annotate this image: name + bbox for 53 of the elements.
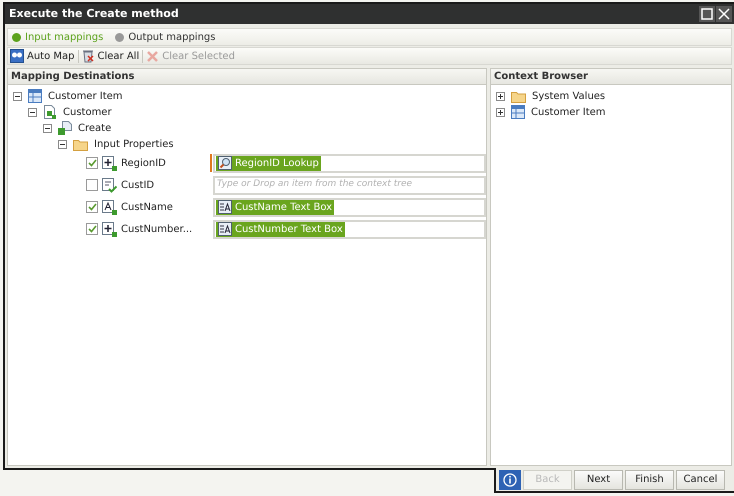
table-icon	[28, 89, 42, 103]
checkbox[interactable]	[86, 201, 98, 213]
property-icon	[102, 178, 117, 192]
property-label: CustID	[121, 178, 154, 192]
tree-item[interactable]: Customer	[63, 104, 112, 120]
method-icon	[58, 121, 72, 135]
mapping-tab[interactable]: Output mappings	[115, 30, 216, 44]
toolbar-button[interactable]: Auto Map	[10, 48, 74, 64]
checkbox[interactable]	[86, 223, 98, 235]
info-icon	[503, 472, 517, 486]
tree-item[interactable]: Input Properties	[94, 136, 174, 152]
wizard-button[interactable]: Finish	[625, 470, 674, 490]
textbox-icon	[218, 200, 232, 214]
property-icon	[102, 156, 117, 170]
mapped-item-label: CustNumber Text Box	[234, 222, 343, 236]
checkbox[interactable]	[86, 157, 98, 169]
folder-icon	[511, 90, 526, 102]
textbox-icon	[218, 222, 232, 236]
collapse-icon[interactable]	[58, 140, 67, 148]
magnifier-icon	[218, 156, 232, 170]
collapse-icon[interactable]	[13, 92, 22, 100]
collapse-icon[interactable]	[28, 108, 37, 116]
property-label: RegionID	[121, 156, 166, 170]
cross-icon	[146, 50, 160, 62]
tree-item[interactable]: Customer Item	[48, 88, 123, 104]
panel-title: Context Browser	[494, 70, 588, 84]
wizard-button[interactable]: Cancel	[676, 470, 725, 490]
property-label: CustName	[121, 200, 173, 214]
checkbox[interactable]	[86, 179, 98, 191]
wizard-button[interactable]: Next	[574, 470, 623, 490]
collapse-icon[interactable]	[43, 124, 52, 132]
mapped-item-label: CustName Text Box	[234, 200, 332, 214]
tree-item[interactable]: Customer Item	[531, 104, 606, 120]
table-icon	[511, 105, 525, 119]
mapped-item-label: RegionID Lookup	[234, 156, 319, 170]
text-property-icon	[102, 200, 117, 214]
clear-icon	[82, 49, 94, 63]
property-icon	[102, 222, 117, 236]
info-button[interactable]	[499, 470, 521, 490]
tree-item[interactable]: Create	[78, 120, 112, 136]
close-button[interactable]	[716, 6, 732, 22]
automap-icon	[10, 49, 24, 63]
document-icon	[43, 105, 57, 119]
expand-icon[interactable]	[496, 108, 505, 116]
placeholder: Type or Drop an item from the context tree	[216, 178, 412, 192]
tree-item[interactable]: System Values	[532, 88, 606, 104]
property-label: CustNumber...	[121, 222, 192, 236]
toolbar-button[interactable]: Clear All	[82, 48, 140, 64]
panel-title: Mapping Destinations	[11, 70, 134, 84]
maximize-button[interactable]	[699, 6, 715, 22]
window-title: Execute the Create method	[9, 6, 179, 22]
expand-icon[interactable]	[496, 92, 505, 100]
folder-icon	[73, 138, 88, 150]
